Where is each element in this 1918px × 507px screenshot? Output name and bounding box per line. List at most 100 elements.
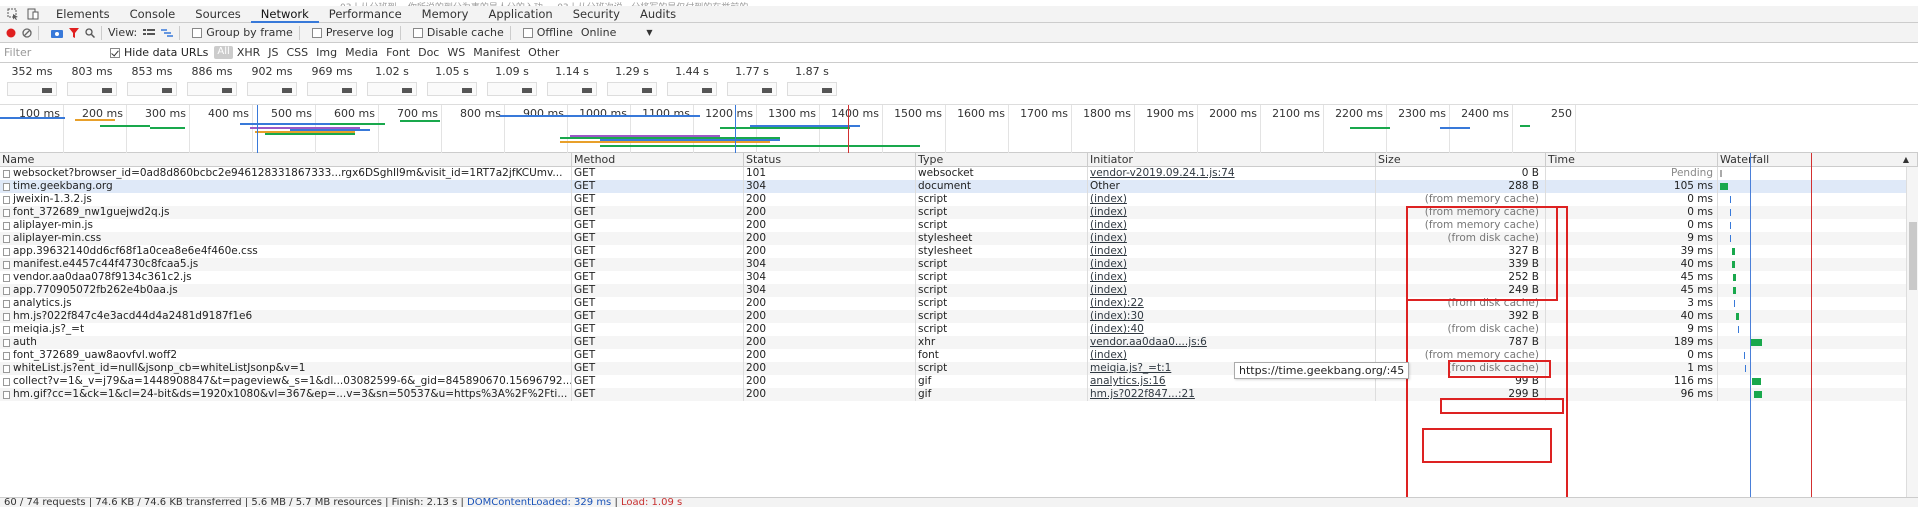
initiator-link[interactable]: (index) <box>1090 271 1127 283</box>
filter-type-doc[interactable]: Doc <box>414 46 443 59</box>
network-overview[interactable]: 100 ms 200 ms 300 ms 400 ms 500 ms 600 ms 700 … <box>0 105 1918 153</box>
table-row[interactable]: vendor.aa0daa078f9134c361c2.js GET 304 scri… <box>0 271 1918 284</box>
tab-application[interactable]: Application <box>478 6 562 23</box>
filmstrip-frame[interactable]: 886 ms <box>184 63 240 104</box>
table-row[interactable]: manifest.e4457c44f4730c8fcaa5.js GET 304 sc… <box>0 258 1918 271</box>
initiator-link[interactable]: (index):40 <box>1090 323 1144 335</box>
table-row[interactable]: app.770905072fb262e4b0aa.js GET 304 script(… <box>0 284 1918 297</box>
table-row[interactable]: aliplayer-min.css GET 200 stylesheet (index)… <box>0 232 1918 245</box>
cell-initiator[interactable]: (index) <box>1088 271 1376 284</box>
initiator-link[interactable]: (index):22 <box>1090 297 1144 309</box>
device-toolbar-icon[interactable] <box>26 7 40 21</box>
col-type[interactable]: Type <box>916 153 1088 166</box>
filmstrip-frame[interactable]: 1.09 s <box>484 63 540 104</box>
initiator-link[interactable]: (index) <box>1090 219 1127 231</box>
cell-initiator[interactable]: (index) <box>1088 349 1376 362</box>
initiator-link[interactable]: (index) <box>1090 258 1127 270</box>
large-rows-icon[interactable] <box>143 25 156 41</box>
filmstrip-frame[interactable]: 853 ms <box>124 63 180 104</box>
filmstrip-frame[interactable]: 1.87 s <box>784 63 840 104</box>
filter-type-font[interactable]: Font <box>382 46 414 59</box>
initiator-link[interactable]: (index) <box>1090 349 1127 361</box>
record-icon[interactable] <box>6 25 16 41</box>
table-row[interactable]: whiteList.js?ent_id=null&jsonp_cb=whiteL… <box>0 362 1918 375</box>
filmstrip-frame[interactable]: 803 ms <box>64 63 120 104</box>
col-name[interactable]: Name <box>0 153 572 166</box>
table-row[interactable]: font_372689_nw1guejwd2q.js GET 200 script (i… <box>0 206 1918 219</box>
initiator-link[interactable]: (index) <box>1090 245 1127 257</box>
tab-audits[interactable]: Audits <box>630 6 686 23</box>
col-initiator[interactable]: Initiator <box>1088 153 1376 166</box>
tab-performance[interactable]: Performance <box>319 6 412 23</box>
group-by-frame-checkbox[interactable]: Group by frame <box>192 25 293 41</box>
tab-sources[interactable]: Sources <box>185 6 251 23</box>
search-icon[interactable] <box>85 25 95 41</box>
filmstrip-frame[interactable]: 969 ms <box>304 63 360 104</box>
disable-cache-checkbox[interactable]: Disable cache <box>412 25 504 41</box>
clear-icon[interactable] <box>22 25 32 41</box>
table-row[interactable]: time.geekbang.org GET 304 document Other 288 … <box>0 180 1918 193</box>
filmstrip-frame[interactable]: 1.05 s <box>424 63 480 104</box>
filmstrip-frame[interactable]: 352 ms <box>4 63 60 104</box>
initiator-link[interactable]: meiqia.js?_=t:1 <box>1090 362 1171 374</box>
initiator-link[interactable]: (index) <box>1090 232 1127 244</box>
filmstrip-frame[interactable]: 1.02 s <box>364 63 420 104</box>
table-row[interactable]: app.39632140dd6cf68f1a0cea8e6e4f460e.css… <box>0 245 1918 258</box>
filmstrip-frame[interactable]: 1.44 s <box>664 63 720 104</box>
tab-elements[interactable]: Elements <box>46 6 120 23</box>
col-time[interactable]: Time <box>1546 153 1718 166</box>
cell-initiator[interactable]: (index) <box>1088 193 1376 206</box>
table-row[interactable]: hm.gif?cc=1&ck=1&cl=24-bit&ds=1920x1080&… <box>0 388 1918 401</box>
cell-initiator[interactable]: (index) <box>1088 258 1376 271</box>
cell-initiator[interactable]: vendor.aa0daa0....js:6 <box>1088 336 1376 349</box>
tab-console[interactable]: Console <box>120 6 186 23</box>
table-row[interactable]: websocket?browser_id=0ad8d860bcbc2e94612… <box>0 167 1918 180</box>
table-row[interactable]: collect?v=1&_v=j79&a=1448908847&t=pagevi… <box>0 375 1918 388</box>
cell-initiator[interactable]: (index):30 <box>1088 310 1376 323</box>
filter-type-xhr[interactable]: XHR <box>233 46 264 59</box>
initiator-link[interactable]: (index) <box>1090 206 1127 218</box>
tab-network[interactable]: Network <box>250 6 319 23</box>
filmstrip-frame[interactable]: 1.14 s <box>544 63 600 104</box>
screenshot-camera-icon[interactable] <box>51 25 63 41</box>
throttling-select[interactable]: Online ▼ <box>581 25 653 41</box>
filter-type-js[interactable]: JS <box>264 46 282 59</box>
col-waterfall[interactable]: Waterfall ▲ <box>1718 153 1918 166</box>
col-method[interactable]: Method <box>572 153 744 166</box>
initiator-link[interactable]: (index) <box>1090 193 1127 205</box>
table-row[interactable]: analytics.js GET 200 script (index):22 (from … <box>0 297 1918 310</box>
cell-initiator[interactable]: (index) <box>1088 206 1376 219</box>
filmstrip-frame[interactable]: 1.29 s <box>604 63 660 104</box>
filter-funnel-icon[interactable] <box>69 25 79 41</box>
table-row[interactable]: meiqia.js?_=t GET 200 script (index):40 (from… <box>0 323 1918 336</box>
table-row[interactable]: aliplayer-min.js GET 200 script (index) (from… <box>0 219 1918 232</box>
initiator-link[interactable]: (index):30 <box>1090 310 1144 322</box>
filter-type-manifest[interactable]: Manifest <box>469 46 524 59</box>
filter-type-media[interactable]: Media <box>341 46 382 59</box>
filter-type-img[interactable]: Img <box>312 46 341 59</box>
col-status[interactable]: Status <box>744 153 916 166</box>
initiator-link[interactable]: vendor-v2019.09.24.1.js:74 <box>1090 167 1235 179</box>
table-row[interactable]: auth GET 200 xhr vendor.aa0daa0....js:6 787 B… <box>0 336 1918 349</box>
tab-security[interactable]: Security <box>563 6 630 23</box>
offline-checkbox[interactable]: Offline <box>522 25 573 41</box>
hide-data-urls-checkbox[interactable]: Hide data URLs <box>110 45 208 61</box>
cell-initiator[interactable]: (index):22 <box>1088 297 1376 310</box>
col-size[interactable]: Size <box>1376 153 1546 166</box>
filmstrip-frame[interactable]: 1.77 s <box>724 63 780 104</box>
filmstrip-frame[interactable]: 902 ms <box>244 63 300 104</box>
initiator-link[interactable]: vendor.aa0daa0....js:6 <box>1090 336 1207 348</box>
cell-initiator[interactable]: (index) <box>1088 245 1376 258</box>
filter-type-all[interactable]: All <box>214 46 233 59</box>
initiator-link[interactable]: analytics.js:16 <box>1090 375 1166 387</box>
table-row[interactable]: hm.js?022f847c4e3acd44d4a2481d9187f1e6 GE… <box>0 310 1918 323</box>
tab-memory[interactable]: Memory <box>412 6 479 23</box>
cell-initiator[interactable]: (index) <box>1088 219 1376 232</box>
cell-initiator[interactable]: (index) <box>1088 232 1376 245</box>
table-row[interactable]: font_372689_uaw8aovfvl.woff2 GET 200 font (i… <box>0 349 1918 362</box>
overview-waterfall-icon[interactable] <box>161 25 174 41</box>
inspect-element-icon[interactable] <box>6 7 20 21</box>
table-scrollbar[interactable] <box>1906 167 1918 497</box>
filter-type-css[interactable]: CSS <box>283 46 313 59</box>
initiator-link[interactable]: (index) <box>1090 284 1127 296</box>
